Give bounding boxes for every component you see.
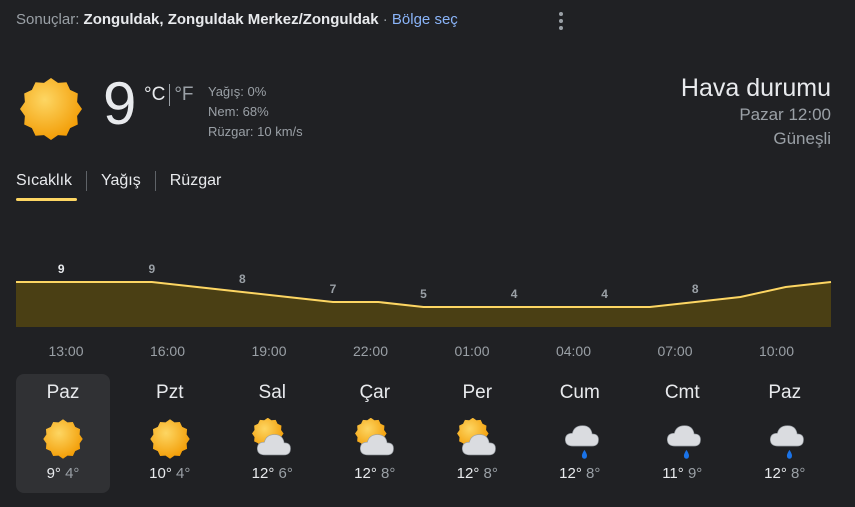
hour-tick-label: 01:00 <box>454 343 490 359</box>
forecast-day-name: Cum <box>559 382 600 403</box>
forecast-low: 8° <box>581 465 601 482</box>
forecast-low: 4° <box>60 465 80 482</box>
partly-cloudy-icon <box>457 418 497 456</box>
sun-icon <box>150 419 190 459</box>
forecast-temps: 12° 8° <box>529 465 632 482</box>
forecast-temps: 11° 9° <box>631 465 734 482</box>
temperature-point-label: 9 <box>58 262 65 276</box>
weather-header: Hava durumu Pazar 12:00 Güneşli <box>681 73 831 151</box>
temperature-chart[interactable]: 9 9 8 7 5 4 4 8 <box>0 250 855 335</box>
tab-temperature[interactable]: Sıcaklık <box>16 168 72 194</box>
fahrenheit-unit[interactable]: °F <box>174 84 193 106</box>
temperature-point-label: 4 <box>511 287 518 301</box>
hour-tick-label: 22:00 <box>352 343 389 359</box>
weather-title: Hava durumu <box>680 74 831 102</box>
hour-tick-label: 13:00 <box>48 343 84 359</box>
forecast-high: 12° <box>456 465 480 482</box>
temperature-point-label: 7 <box>330 282 337 296</box>
results-label: Sonuçlar: <box>16 11 80 28</box>
forecast-high: 11° <box>662 465 684 482</box>
forecast-low: 8° <box>786 465 806 482</box>
wind-value: Rüzgar: 10 km/s <box>208 124 303 139</box>
forecast-low: 6° <box>274 465 293 482</box>
partly-cloudy-icon <box>252 418 292 456</box>
active-tab-indicator <box>16 198 77 201</box>
forecast-low: 8° <box>479 465 498 482</box>
forecast-high: 12° <box>559 465 582 482</box>
sun-icon <box>43 419 83 459</box>
forecast-high: 12° <box>764 465 787 482</box>
forecast-day[interactable]: Çar 12° 8° <box>324 374 427 493</box>
tab-divider <box>86 171 88 191</box>
hour-tick-label: 04:00 <box>555 343 592 359</box>
metric-tabs: Sıcaklık Yağış Rüzgar <box>16 168 221 194</box>
forecast-day[interactable]: Cmt 11° 9° <box>631 374 734 493</box>
forecast-day-name: Çar <box>359 382 391 403</box>
search-results-line: Sonuçlar: Zonguldak, Zonguldak Merkez/Zo… <box>16 11 458 28</box>
tab-divider <box>154 171 156 191</box>
precipitation-value: Yağış: 0% <box>208 84 267 99</box>
forecast-day[interactable]: Paz 9° 4° <box>16 374 110 493</box>
forecast-high: 9° <box>46 465 61 482</box>
rain-cloud-icon <box>564 425 599 459</box>
forecast-temps: 12° 6° <box>221 465 324 482</box>
forecast-high: 10° <box>149 465 172 482</box>
forecast-day[interactable]: Per 12° 8° <box>426 374 529 493</box>
hour-tick-label: 07:00 <box>657 343 693 359</box>
forecast-temps: 12° 8° <box>734 465 837 482</box>
more-options-icon[interactable] <box>553 10 569 32</box>
current-temperature: 9 <box>103 70 137 137</box>
unit-divider <box>169 84 171 106</box>
daily-forecast: Paz 9° 4° Pzt 10° 4° Sal 12° 6° Çar 12° 8° Per 12… <box>16 374 836 493</box>
forecast-day-name: Pzt <box>156 382 184 403</box>
hour-axis: 13:00 16:00 19:00 22:00 01:00 04:00 07:00 10:00 <box>0 343 855 363</box>
temperature-point-label: 9 <box>148 262 155 276</box>
forecast-low: 9° <box>683 465 703 482</box>
forecast-day-name: Paz <box>46 382 80 403</box>
forecast-low: 8° <box>376 465 396 482</box>
current-details: Yağış: 0% Nem: 68% Rüzgar: 10 km/s <box>208 82 303 142</box>
temperature-point-label: 8 <box>692 282 699 296</box>
unit-toggle: °C °F <box>144 84 194 106</box>
choose-region-link[interactable]: Bölge seç <box>392 11 458 28</box>
forecast-day[interactable]: Sal 12° 6° <box>221 374 324 493</box>
hour-tick-label: 16:00 <box>149 343 186 359</box>
forecast-day-name: Per <box>462 382 493 403</box>
rain-cloud-icon <box>769 425 804 459</box>
tab-wind[interactable]: Rüzgar <box>170 168 222 194</box>
forecast-low: 4° <box>171 465 191 482</box>
separator: · <box>382 11 388 28</box>
temperature-point-label: 4 <box>601 287 608 301</box>
partly-cloudy-icon <box>354 418 394 456</box>
weather-condition: Güneşli <box>773 129 831 148</box>
forecast-temps: 9° 4° <box>16 465 110 482</box>
tab-precipitation[interactable]: Yağış <box>101 168 141 194</box>
forecast-temps: 12° 8° <box>426 465 529 482</box>
forecast-day[interactable]: Pzt 10° 4° <box>119 374 222 493</box>
temperature-point-label: 8 <box>239 272 246 286</box>
forecast-temps: 12° 8° <box>324 465 427 482</box>
location-name: Zonguldak, Zonguldak Merkez/Zonguldak <box>83 11 379 28</box>
forecast-day-name: Cmt <box>664 382 700 403</box>
forecast-high: 12° <box>251 465 275 482</box>
current-weather-icon <box>20 78 82 140</box>
rain-cloud-icon <box>667 425 702 459</box>
forecast-day[interactable]: Cum 12° 8° <box>529 374 632 493</box>
weather-datetime: Pazar 12:00 <box>739 105 831 124</box>
forecast-day-name: Paz <box>768 382 802 403</box>
forecast-temps: 10° 4° <box>119 465 222 482</box>
hour-tick-label: 19:00 <box>251 343 287 359</box>
humidity-value: Nem: 68% <box>208 104 269 119</box>
celsius-unit[interactable]: °C <box>144 84 165 106</box>
forecast-day[interactable]: Paz 12° 8° <box>734 374 837 493</box>
temperature-point-label: 5 <box>420 287 427 301</box>
forecast-day-name: Sal <box>258 382 286 403</box>
forecast-high: 12° <box>354 465 377 482</box>
hour-tick-label: 10:00 <box>758 343 795 359</box>
